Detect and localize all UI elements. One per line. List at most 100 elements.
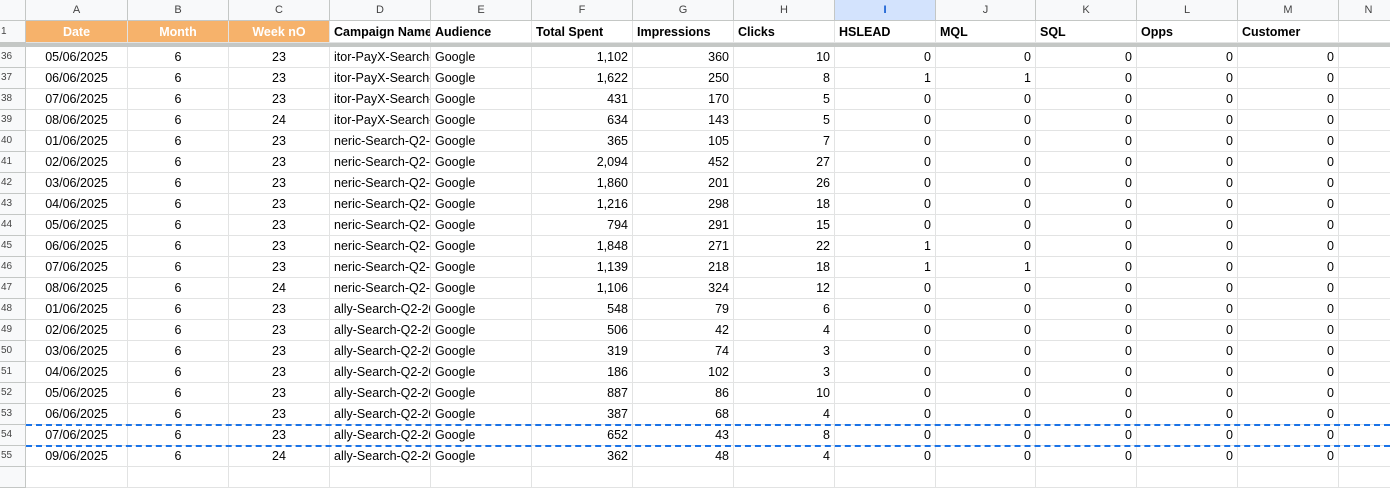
table-cell[interactable]: 0 [1036,425,1137,446]
table-cell[interactable]: 6 [128,47,229,68]
column-header-e[interactable]: E [431,0,532,21]
table-cell[interactable]: 0 [1238,299,1339,320]
table-cell[interactable]: 23 [229,425,330,446]
table-cell[interactable]: 03/06/2025 [26,341,128,362]
table-cell[interactable]: 0 [1137,89,1238,110]
table-cell[interactable]: 23 [229,257,330,278]
table-cell[interactable]: 01/06/2025 [26,299,128,320]
row-header[interactable]: 51 [0,362,26,383]
table-cell[interactable]: 0 [835,110,936,131]
table-cell[interactable]: 0 [1137,110,1238,131]
table-cell[interactable]: 04/06/2025 [26,362,128,383]
table-cell[interactable]: 24 [229,446,330,467]
table-cell[interactable]: neric-Search-Q2-20 [330,131,431,152]
table-cell[interactable]: Google [431,110,532,131]
table-cell[interactable]: 0 [1036,47,1137,68]
table-cell[interactable]: Google [431,152,532,173]
table-cell[interactable]: Google [431,383,532,404]
table-cell[interactable]: 1 [936,257,1036,278]
table-cell[interactable]: Google [431,404,532,425]
table-cell[interactable]: 0 [1137,446,1238,467]
table-cell[interactable] [1339,215,1390,236]
table-cell[interactable]: 6 [128,320,229,341]
table-cell[interactable]: 6 [128,131,229,152]
table-cell[interactable]: 365 [532,131,633,152]
table-cell[interactable]: Google [431,341,532,362]
table-cell[interactable]: 170 [633,89,734,110]
table-cell[interactable]: 07/06/2025 [26,257,128,278]
column-header-d[interactable]: D [330,0,431,21]
column-header-j[interactable]: J [936,0,1036,21]
table-cell[interactable]: 86 [633,383,734,404]
table-cell[interactable]: 26 [734,173,835,194]
table-cell[interactable]: Google [431,278,532,299]
table-cell[interactable]: 05/06/2025 [26,383,128,404]
row-header[interactable]: 54 [0,425,26,446]
row-header[interactable]: 39 [0,110,26,131]
column-header-b[interactable]: B [128,0,229,21]
table-cell[interactable]: 04/06/2025 [26,194,128,215]
table-cell[interactable]: 0 [936,236,1036,257]
header-cell-d[interactable]: Campaign Name [330,21,431,43]
table-cell[interactable]: 07/06/2025 [26,89,128,110]
table-cell[interactable]: 0 [1137,236,1238,257]
table-cell[interactable]: 0 [1036,383,1137,404]
table-cell[interactable] [1339,446,1390,467]
table-cell[interactable]: 0 [1036,215,1137,236]
table-cell[interactable]: 0 [835,383,936,404]
table-cell[interactable]: 18 [734,194,835,215]
table-cell[interactable] [330,467,431,488]
table-cell[interactable] [1339,236,1390,257]
table-cell[interactable]: 6 [734,299,835,320]
row-header[interactable]: 38 [0,89,26,110]
header-cell-f[interactable]: Total Spent [532,21,633,43]
table-cell[interactable]: 23 [229,194,330,215]
table-cell[interactable] [1339,341,1390,362]
header-cell-j[interactable]: MQL [936,21,1036,43]
row-header[interactable]: 53 [0,404,26,425]
header-cell-b[interactable]: Month [128,21,229,43]
table-cell[interactable]: 0 [835,404,936,425]
table-cell[interactable]: 362 [532,446,633,467]
table-cell[interactable] [1339,194,1390,215]
table-cell[interactable]: 23 [229,383,330,404]
table-cell[interactable]: Google [431,215,532,236]
table-cell[interactable]: 6 [128,341,229,362]
table-cell[interactable]: 1,622 [532,68,633,89]
table-cell[interactable]: 0 [1036,194,1137,215]
row-header[interactable]: 46 [0,257,26,278]
table-cell[interactable] [1339,47,1390,68]
row-header[interactable] [0,467,26,488]
table-cell[interactable] [1339,110,1390,131]
table-cell[interactable] [1137,467,1238,488]
table-cell[interactable]: 0 [1238,68,1339,89]
table-cell[interactable]: ally-Search-Q2-202 [330,299,431,320]
table-cell[interactable] [1339,383,1390,404]
table-cell[interactable]: 0 [936,173,1036,194]
table-cell[interactable]: 0 [1036,446,1137,467]
table-cell[interactable]: 0 [1036,341,1137,362]
table-cell[interactable]: 298 [633,194,734,215]
table-cell[interactable]: 0 [835,425,936,446]
table-cell[interactable]: 0 [835,446,936,467]
table-cell[interactable]: neric-Search-Q2-20 [330,215,431,236]
table-cell[interactable]: 79 [633,299,734,320]
table-cell[interactable]: 0 [1036,152,1137,173]
table-cell[interactable]: 08/06/2025 [26,278,128,299]
table-cell[interactable]: 0 [835,341,936,362]
table-cell[interactable]: Google [431,446,532,467]
table-cell[interactable]: 0 [936,47,1036,68]
table-cell[interactable]: ally-Search-Q2-202 [330,383,431,404]
table-cell[interactable]: 6 [128,68,229,89]
table-cell[interactable]: 0 [1238,446,1339,467]
table-cell[interactable]: 1 [936,68,1036,89]
table-cell[interactable]: 68 [633,404,734,425]
table-cell[interactable]: 1,848 [532,236,633,257]
table-cell[interactable]: 0 [1238,236,1339,257]
table-cell[interactable]: 23 [229,89,330,110]
table-cell[interactable]: 1 [835,236,936,257]
table-cell[interactable]: 1,216 [532,194,633,215]
table-cell[interactable]: 0 [936,446,1036,467]
table-cell[interactable]: 0 [1137,68,1238,89]
table-cell[interactable]: 23 [229,320,330,341]
